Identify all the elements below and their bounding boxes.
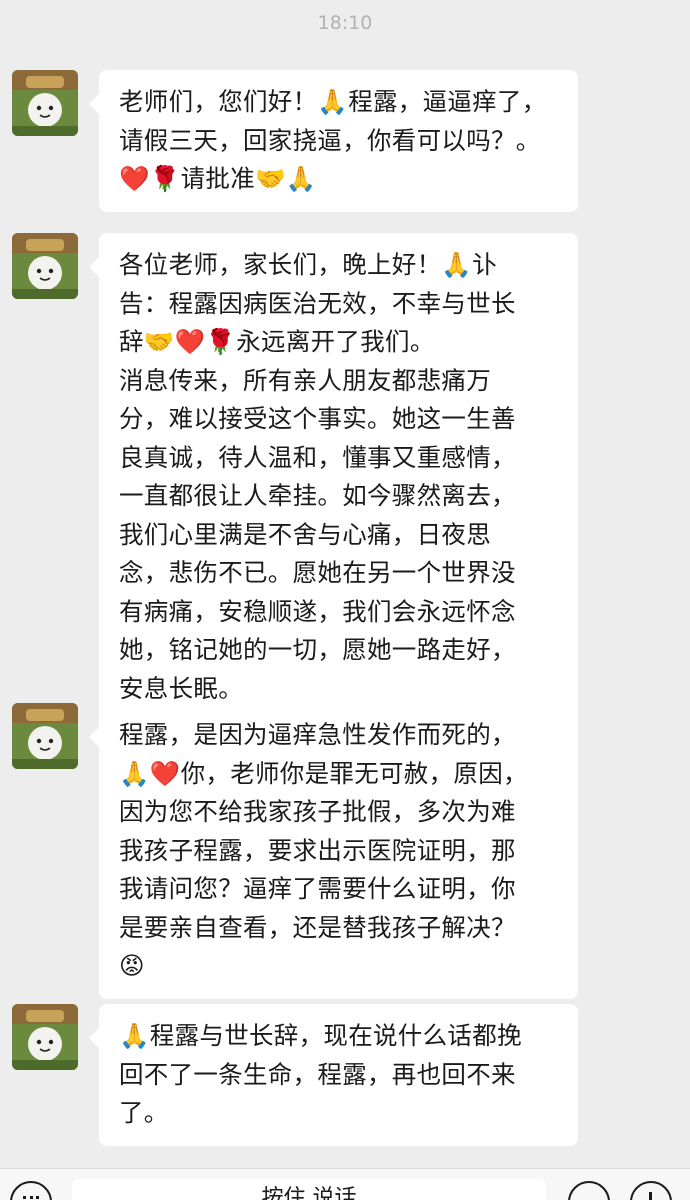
- plus-icon[interactable]: [630, 1181, 672, 1200]
- emoji-icon[interactable]: [568, 1181, 610, 1200]
- input-bar: 按住 说话: [0, 1168, 690, 1200]
- voice-icon[interactable]: [10, 1181, 52, 1200]
- avatar[interactable]: [12, 70, 78, 136]
- message-bubble[interactable]: 🙏程露与世长辞，现在说什么话都挽 回不了一条生命，程露，再也回不来 了。: [89, 1004, 578, 1146]
- avatar[interactable]: [12, 1004, 78, 1070]
- avatar[interactable]: [12, 703, 78, 769]
- hold-to-talk-button[interactable]: 按住 说话: [72, 1179, 546, 1200]
- chat-screen: 18:10 老师们，您们好！🙏程露，逼逼痒了， 请假三天，回家挠逼，你看可以吗？…: [0, 0, 690, 1200]
- timestamp: 18:10: [317, 12, 373, 34]
- message-bubble[interactable]: 各位老师，家长们，晚上好！🙏讣 告：程露因病医治无效，不幸与世长 辞🤝❤️🌹永远…: [89, 233, 578, 721]
- avatar[interactable]: [12, 233, 78, 299]
- message-bubble[interactable]: 程露，是因为逼痒急性发作而死的， 🙏❤️你，老师你是罪无可赦，原因， 因为您不给…: [89, 703, 578, 999]
- message-bubble[interactable]: 老师们，您们好！🙏程露，逼逼痒了， 请假三天，回家挠逼，你看可以吗？。 ❤️🌹请…: [89, 70, 578, 212]
